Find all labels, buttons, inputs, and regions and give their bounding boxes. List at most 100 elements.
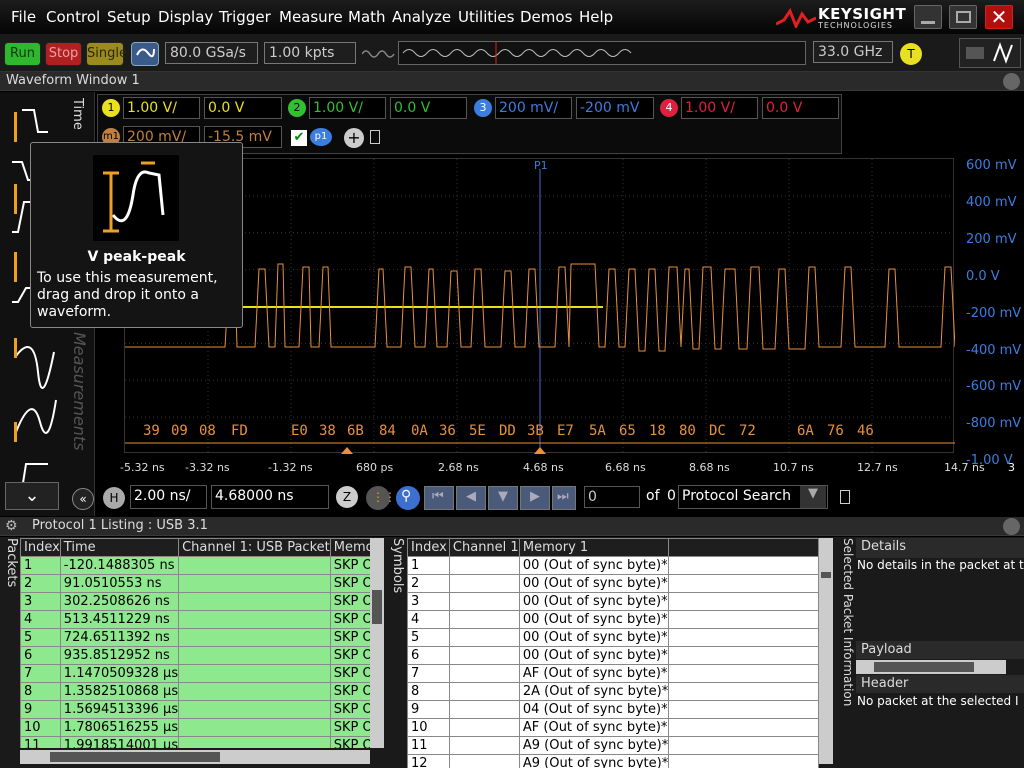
channel-2-offset[interactable]: 0.0 V [390, 97, 467, 119]
nav-next-button[interactable]: ▶ [520, 486, 550, 510]
decode-byte[interactable]: 39 [143, 423, 160, 439]
search-button[interactable]: ⚲ [396, 486, 420, 510]
column-header[interactable]: Index [407, 538, 450, 557]
symbols-table[interactable]: Index Channel 1 Memory 1 1 00 (Out of sync … [407, 538, 819, 768]
table-row[interactable]: 6 00 (Out of sync byte)* [407, 646, 819, 665]
chevron-down-icon[interactable]: ▼ [800, 486, 826, 508]
packets-vscroll-thumb[interactable] [372, 590, 382, 624]
column-header[interactable]: Channel 1 [448, 538, 520, 557]
table-row[interactable]: 1 00 (Out of sync byte)* [407, 556, 819, 575]
packets-hscroll[interactable] [20, 750, 370, 764]
packets-vscroll[interactable] [370, 538, 384, 748]
decode-byte[interactable]: 6B [347, 423, 364, 439]
channel-1-scale[interactable]: 1.00 V/ [123, 97, 200, 119]
table-row[interactable]: 91.5694513396 µs SKP Or [20, 700, 370, 719]
table-row[interactable]: 71.1470509328 µs SKP Or [20, 664, 370, 683]
single-button[interactable]: Single [86, 42, 127, 66]
minimize-button[interactable] [914, 5, 942, 29]
table-row[interactable]: 5 00 (Out of sync byte)* [407, 628, 819, 647]
decode-byte[interactable]: FD [231, 423, 248, 439]
table-row[interactable]: 9 04 (Out of sync byte)* [407, 700, 819, 719]
decode-byte[interactable]: 46 [857, 423, 874, 439]
decode-byte[interactable]: 80 [679, 423, 696, 439]
table-row[interactable]: 11 A9 (Out of sync byte)* [407, 736, 819, 755]
wave-tool-button[interactable] [959, 38, 1021, 68]
table-row[interactable]: 3 00 (Out of sync byte)* [407, 592, 819, 611]
decode-byte[interactable]: 09 [171, 423, 188, 439]
add-waveform-button[interactable]: + [344, 128, 364, 148]
decode-byte[interactable]: DD [499, 423, 516, 439]
decode-byte[interactable]: 6A [797, 423, 814, 439]
menu-utilities[interactable]: Utilities [458, 8, 514, 26]
table-row[interactable]: 10 AF (Out of sync byte)* [407, 718, 819, 737]
table-row[interactable]: 6935.8512952 ns SKP Or [20, 646, 370, 665]
scroll-left-button[interactable]: « [72, 488, 94, 510]
table-row[interactable]: 8 2A (Out of sync byte)* [407, 682, 819, 701]
menu-setup[interactable]: Setup [107, 8, 151, 26]
table-row[interactable]: 7 AF (Out of sync byte)* [407, 664, 819, 683]
protocol-1-badge[interactable]: p1 [310, 128, 332, 146]
table-row[interactable]: 1-120.1488305 ns SKP Or [20, 556, 370, 575]
nav-last-button[interactable]: ⏭ [552, 486, 576, 510]
menu-control[interactable]: Control [46, 8, 100, 26]
zoom-grid-button[interactable]: ⋮⋮ [366, 486, 396, 510]
decode-byte[interactable]: 0A [411, 423, 428, 439]
run-button[interactable]: Run [4, 42, 41, 66]
symbols-tab[interactable]: Symbols [390, 538, 405, 593]
sample-rate-display[interactable]: 80.0 GSa/s [165, 42, 258, 64]
column-header[interactable]: Index [20, 538, 61, 557]
column-header[interactable] [668, 538, 819, 557]
channel-4-offset[interactable]: 0.0 V [762, 97, 839, 119]
menu-analyze[interactable]: Analyze [392, 8, 451, 26]
time-tab[interactable]: Time [70, 98, 85, 138]
symbols-vscroll[interactable] [819, 538, 833, 764]
table-row[interactable]: 12 A9 (Out of sync byte)* [407, 754, 819, 768]
nav-prev-button[interactable]: ◀ [456, 486, 486, 510]
table-row[interactable]: 291.0510553 ns SKP Or [20, 574, 370, 593]
time-scale-input[interactable]: 2.00 ns/ [130, 485, 207, 509]
memory-overview-bar[interactable] [398, 41, 806, 65]
column-header[interactable]: Channel 1: USB Packet [178, 538, 331, 557]
menu-demos[interactable]: Demos [520, 8, 572, 26]
channel-2-scale[interactable]: 1.00 V/ [309, 97, 386, 119]
menu-trigger[interactable]: Trigger [219, 8, 271, 26]
listing-collapse-button[interactable] [1003, 518, 1020, 535]
decode-byte[interactable]: 08 [199, 423, 216, 439]
decode-byte[interactable]: 76 [827, 423, 844, 439]
protocol-enable-checkbox[interactable]: ✔ [291, 130, 307, 146]
packets-hscroll-thumb[interactable] [50, 752, 220, 762]
channel-4-scale[interactable]: 1.00 V/ [681, 97, 758, 119]
column-header[interactable]: Memory 1 [518, 538, 670, 557]
decode-byte[interactable]: 72 [739, 423, 756, 439]
time-position-input[interactable]: 4.68000 ns [211, 485, 329, 509]
table-row[interactable]: 4 00 (Out of sync byte)* [407, 610, 819, 629]
measurements-tab[interactable]: Measurements [70, 332, 89, 482]
pin-icon[interactable] [840, 490, 850, 504]
zoom-button[interactable]: Z [336, 486, 358, 508]
menu-help[interactable]: Help [579, 8, 613, 26]
packets-table[interactable]: IndexTimeChannel 1: USB PacketMemor 1-12… [20, 538, 370, 748]
menu-measure[interactable]: Measure [279, 8, 343, 26]
decode-byte[interactable]: 84 [379, 423, 396, 439]
maximize-button[interactable] [949, 5, 977, 29]
decode-byte[interactable]: 5E [469, 423, 486, 439]
search-result-index[interactable]: 0 [584, 486, 640, 508]
decode-byte[interactable]: E0 [291, 423, 308, 439]
selected-packet-tab[interactable]: Selected Packet Information [841, 538, 855, 706]
decode-byte[interactable]: E7 [557, 423, 574, 439]
nav-stop-button[interactable]: ▼ [488, 486, 518, 510]
payload-hscroll[interactable] [856, 660, 1006, 674]
trigger-badge[interactable]: T [900, 43, 922, 65]
channel-3-scale[interactable]: 200 mV/ [495, 97, 572, 119]
decode-byte[interactable]: 18 [649, 423, 666, 439]
close-button[interactable]: ✕ [985, 5, 1013, 29]
pin-icon[interactable] [370, 130, 380, 144]
channel-1-offset[interactable]: 0.0 V [204, 97, 282, 119]
channel-3-badge[interactable]: 3 [474, 99, 492, 117]
table-row[interactable]: 4513.4511229 ns SKP Or [20, 610, 370, 629]
points-display[interactable]: 1.00 kpts [264, 42, 356, 64]
column-header[interactable]: Memor [329, 538, 370, 557]
autoscale-button[interactable] [131, 42, 159, 66]
decode-byte[interactable]: 38 [319, 423, 336, 439]
nav-first-button[interactable]: ⏮ [424, 486, 454, 510]
